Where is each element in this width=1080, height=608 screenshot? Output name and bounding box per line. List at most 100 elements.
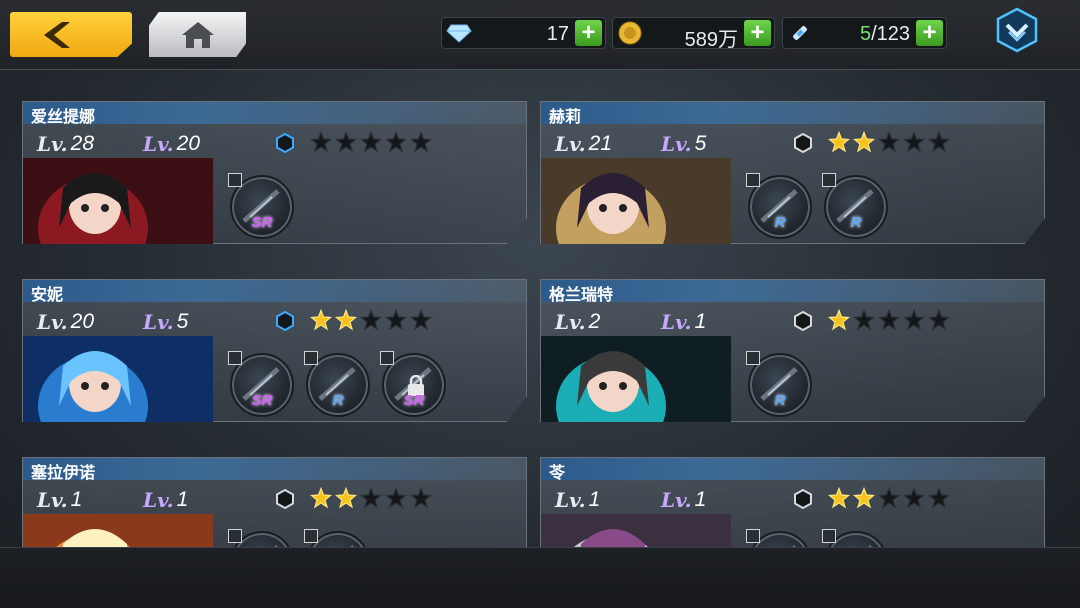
star-empty-icon (360, 131, 382, 153)
star-filled-icon (853, 487, 875, 509)
level-value: 2 (588, 310, 601, 333)
star-filled-icon (310, 309, 332, 331)
diamond-icon (444, 18, 474, 48)
star-empty-icon (878, 487, 900, 509)
star-empty-icon (903, 309, 925, 331)
star-filled-icon (828, 131, 850, 153)
character-name: 赫莉 (549, 109, 582, 126)
add-stamina-button[interactable]: + (916, 20, 943, 46)
star-empty-icon (360, 309, 382, 331)
star-rating (828, 487, 950, 509)
gold-counter: 589万 + (612, 17, 775, 51)
star-empty-icon (385, 309, 407, 331)
bottom-bar (0, 547, 1080, 608)
weapon-rarity: SR (251, 392, 273, 409)
weapon-slot[interactable]: R (304, 351, 370, 417)
back-button[interactable] (10, 12, 132, 57)
star-empty-icon (928, 131, 950, 153)
weapon-rarity: R (850, 214, 862, 231)
character-card[interactable]: 格兰瑞特 Lv. 2 Lv. 1 R (540, 279, 1045, 422)
name-bar (541, 458, 1044, 480)
weapon-rarity: SR (403, 392, 425, 409)
name-bar (23, 102, 526, 124)
star-empty-icon (310, 131, 332, 153)
weapon-slot[interactable]: SR (228, 173, 294, 239)
star-empty-icon (410, 309, 432, 331)
star-rating (828, 309, 950, 331)
weapon-slot[interactable]: SR (228, 351, 294, 417)
level-blue: Lv. 21 (555, 128, 612, 156)
level-blue: Lv. 1 (555, 484, 600, 512)
add-gold-button[interactable]: + (744, 20, 771, 46)
weapon-rarity: R (774, 392, 786, 409)
lv-prefix: Lv. (37, 132, 68, 156)
star-empty-icon (903, 487, 925, 509)
star-rating (828, 131, 950, 153)
home-icon (181, 21, 214, 48)
lv-prefix: Lv. (555, 488, 586, 512)
level-purple: Lv. 20 (143, 128, 200, 156)
hexagon-badge-icon (276, 133, 294, 153)
character-name: 苓 (549, 465, 566, 482)
star-empty-icon (410, 487, 432, 509)
level-value: 1 (176, 488, 189, 511)
star-filled-icon (335, 487, 357, 509)
character-name: 塞拉伊诺 (31, 465, 96, 482)
character-card[interactable]: 赫莉 Lv. 21 Lv. 5 R R (540, 101, 1045, 244)
weapon-rarity: R (774, 214, 786, 231)
level-blue: Lv. 28 (37, 128, 94, 156)
lv-prefix: Lv. (661, 132, 692, 156)
chevron-left-icon (44, 21, 70, 48)
level-value: 5 (176, 310, 189, 333)
add-gems-button[interactable]: + (575, 20, 602, 46)
name-bar (541, 102, 1044, 124)
star-rating (310, 309, 432, 331)
star-empty-icon (928, 309, 950, 331)
star-empty-icon (928, 487, 950, 509)
star-empty-icon (385, 131, 407, 153)
lv-prefix: Lv. (661, 310, 692, 334)
weapon-slot[interactable]: SR (380, 351, 446, 417)
level-blue: Lv. 2 (555, 306, 600, 334)
level-value: 1 (694, 310, 707, 333)
star-empty-icon (385, 487, 407, 509)
gem-value: 17 (546, 23, 569, 45)
level-value: 1 (588, 488, 601, 511)
star-empty-icon (903, 131, 925, 153)
star-filled-icon (828, 309, 850, 331)
character-name: 爱丝提娜 (31, 109, 96, 126)
character-portrait (23, 336, 213, 422)
star-rating (310, 487, 432, 509)
hexagon-badge-icon (794, 489, 812, 509)
level-value: 28 (70, 132, 94, 155)
character-name: 格兰瑞特 (549, 287, 614, 304)
coin-icon (615, 18, 645, 48)
weapon-slot[interactable]: R (746, 173, 812, 239)
name-bar (23, 458, 526, 480)
star-filled-icon (335, 309, 357, 331)
character-card[interactable]: 爱丝提娜 Lv. 28 Lv. 20 SR (22, 101, 527, 244)
weapon-slot[interactable]: R (746, 351, 812, 417)
weapon-slot[interactable]: R (822, 173, 888, 239)
level-value: 5 (694, 132, 707, 155)
character-portrait (541, 158, 731, 244)
star-filled-icon (853, 131, 875, 153)
level-purple: Lv. 1 (143, 484, 188, 512)
gold-value: 589万 (684, 29, 738, 51)
star-empty-icon (335, 131, 357, 153)
lv-prefix: Lv. (661, 488, 692, 512)
level-value: 1 (70, 488, 83, 511)
character-card[interactable]: 安妮 Lv. 20 Lv. 5 SR R SR (22, 279, 527, 422)
weapon-rarity: SR (251, 214, 273, 231)
level-value: 20 (176, 132, 200, 155)
lv-prefix: Lv. (143, 132, 174, 156)
name-bar (541, 280, 1044, 302)
hexagon-badge-icon (276, 489, 294, 509)
star-empty-icon (878, 131, 900, 153)
home-button[interactable] (149, 12, 246, 57)
character-portrait (541, 336, 731, 422)
level-value: 21 (588, 132, 612, 155)
level-value: 1 (694, 488, 707, 511)
hexagon-badge-icon (794, 133, 812, 153)
chevron-down-hex-icon[interactable] (994, 7, 1040, 53)
